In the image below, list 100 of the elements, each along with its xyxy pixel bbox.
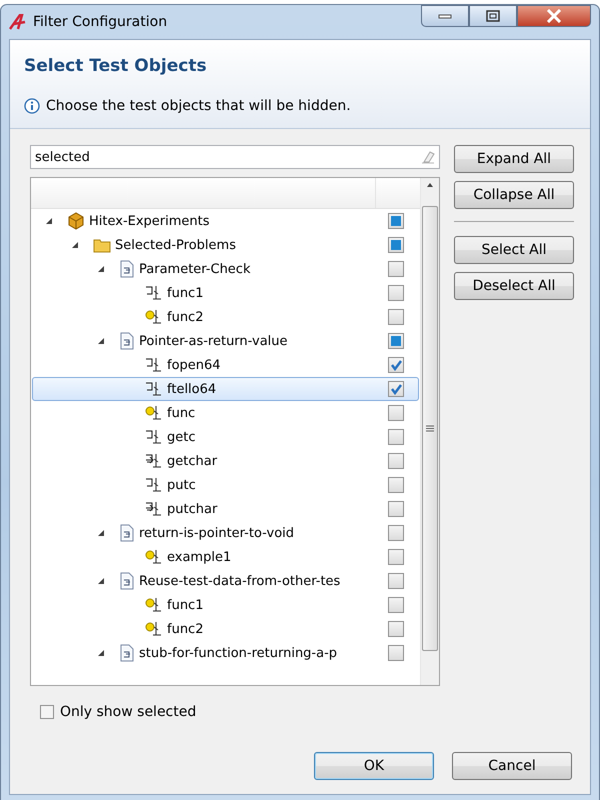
expanded-arrow-icon[interactable] <box>97 529 105 537</box>
tree-row[interactable]: func <box>32 401 419 425</box>
expanded-arrow-icon[interactable] <box>97 265 105 273</box>
side-button[interactable]: Collapse All <box>454 181 574 209</box>
checkbox[interactable] <box>388 645 404 661</box>
side-button[interactable]: Expand All <box>454 145 574 173</box>
tree-item-label: func1 <box>167 598 204 612</box>
expanded-arrow-icon[interactable] <box>97 649 105 657</box>
tree-item-label: func1 <box>167 286 204 300</box>
maximize-icon <box>486 10 500 22</box>
filter-input[interactable]: selected <box>35 150 421 164</box>
function-arrow-icon <box>145 501 163 517</box>
tree-row[interactable]: putchar <box>32 497 419 521</box>
function-dot-icon <box>145 309 163 325</box>
tree-row[interactable]: getc <box>32 425 419 449</box>
dialog-button[interactable]: OK <box>314 752 434 780</box>
tree-row[interactable]: func2 <box>32 305 419 329</box>
expanded-arrow-icon[interactable] <box>45 217 53 225</box>
function-dot-icon <box>145 549 163 565</box>
tree-row[interactable]: example1 <box>32 545 419 569</box>
file-icon <box>119 260 135 278</box>
function-dot-icon <box>145 621 163 637</box>
checkbox[interactable] <box>388 549 404 565</box>
tree-item-label: func2 <box>167 310 204 324</box>
tree-row[interactable]: putc <box>32 473 419 497</box>
function-icon <box>145 357 163 373</box>
clear-icon[interactable] <box>421 150 435 164</box>
checkbox[interactable] <box>388 501 404 517</box>
checkbox[interactable] <box>388 333 404 349</box>
tree-item-label: Hitex-Experiments <box>89 214 210 228</box>
tree-row[interactable]: return-is-pointer-to-void <box>32 521 419 545</box>
checkbox[interactable] <box>388 597 404 613</box>
tree-row[interactable]: fopen64 <box>32 353 419 377</box>
scrollbar[interactable] <box>420 178 439 685</box>
checkbox[interactable] <box>388 477 404 493</box>
checkbox-label: Only show selected <box>60 704 196 720</box>
tree-row[interactable]: Pointer-as-return-value <box>32 329 419 353</box>
dialog-heading: Select Test Objects <box>24 56 208 76</box>
checkbox[interactable] <box>40 705 54 719</box>
checkbox[interactable] <box>388 525 404 541</box>
tree-row[interactable]: func1 <box>32 281 419 305</box>
function-icon <box>145 429 163 445</box>
tree-item-label: return-is-pointer-to-void <box>139 526 294 540</box>
tree-row[interactable]: stub-for-function-returning-a-p <box>32 641 419 665</box>
checkbox[interactable] <box>388 285 404 301</box>
checkbox[interactable] <box>388 309 404 325</box>
tree-row[interactable]: Reuse-test-data-from-other-tes <box>32 569 419 593</box>
maximize-button[interactable] <box>469 5 517 27</box>
checkbox[interactable] <box>388 405 404 421</box>
file-icon <box>119 572 135 590</box>
info-message: Choose the test objects that will be hidden. <box>46 98 351 114</box>
function-dot-icon <box>145 597 163 613</box>
checkbox[interactable] <box>388 573 404 589</box>
tree-item-label: ftello64 <box>167 382 216 396</box>
tree-row[interactable]: ftello64 <box>32 377 419 401</box>
checkbox[interactable] <box>388 429 404 445</box>
tree-item-label: Pointer-as-return-value <box>139 334 288 348</box>
expanded-arrow-icon[interactable] <box>97 337 105 345</box>
tree-item-label: putchar <box>167 502 218 516</box>
checkbox[interactable] <box>388 357 404 373</box>
side-button[interactable]: Deselect All <box>454 272 574 300</box>
tree-item-label: putc <box>167 478 196 492</box>
function-icon <box>145 381 163 397</box>
filter-field[interactable]: selected <box>30 145 440 169</box>
tree-row[interactable]: Selected-Problems <box>32 233 419 257</box>
checkbox[interactable] <box>388 453 404 469</box>
tree-row[interactable]: Hitex-Experiments <box>32 209 419 233</box>
tree-item-label: func2 <box>167 622 204 636</box>
tree-item-label: Reuse-test-data-from-other-tes <box>139 574 340 588</box>
info-icon <box>24 98 40 114</box>
file-icon <box>119 524 135 542</box>
checkbox[interactable] <box>388 261 404 277</box>
tree-item-label: getchar <box>167 454 218 468</box>
expanded-arrow-icon[interactable] <box>71 241 79 249</box>
app-logo-icon <box>9 14 27 30</box>
folder-icon <box>93 237 111 253</box>
window-title: Filter Configuration <box>33 14 168 30</box>
tree-item-label: Selected-Problems <box>115 238 236 252</box>
checkbox[interactable] <box>388 213 404 229</box>
checkbox[interactable] <box>388 237 404 253</box>
checkbox[interactable] <box>388 381 404 397</box>
side-button[interactable]: Select All <box>454 236 574 264</box>
close-icon <box>546 9 562 23</box>
cube-icon <box>67 212 85 230</box>
tree-item-label: fopen64 <box>167 358 221 372</box>
tree-row[interactable]: getchar <box>32 449 419 473</box>
minimize-button[interactable] <box>421 5 469 27</box>
tree-row[interactable]: Parameter-Check <box>32 257 419 281</box>
tree-row[interactable]: func1 <box>32 593 419 617</box>
tree-item-label: getc <box>167 430 196 444</box>
function-dot-icon <box>145 405 163 421</box>
expanded-arrow-icon[interactable] <box>97 577 105 585</box>
grip-icon <box>426 425 434 432</box>
tree-item-label: stub-for-function-returning-a-p <box>139 646 338 660</box>
tree-item-label: example1 <box>167 550 232 564</box>
tree-row[interactable]: func2 <box>32 617 419 641</box>
checkbox[interactable] <box>388 621 404 637</box>
dialog-button[interactable]: Cancel <box>452 752 572 780</box>
minimize-icon <box>438 13 452 19</box>
close-button[interactable] <box>517 5 591 27</box>
